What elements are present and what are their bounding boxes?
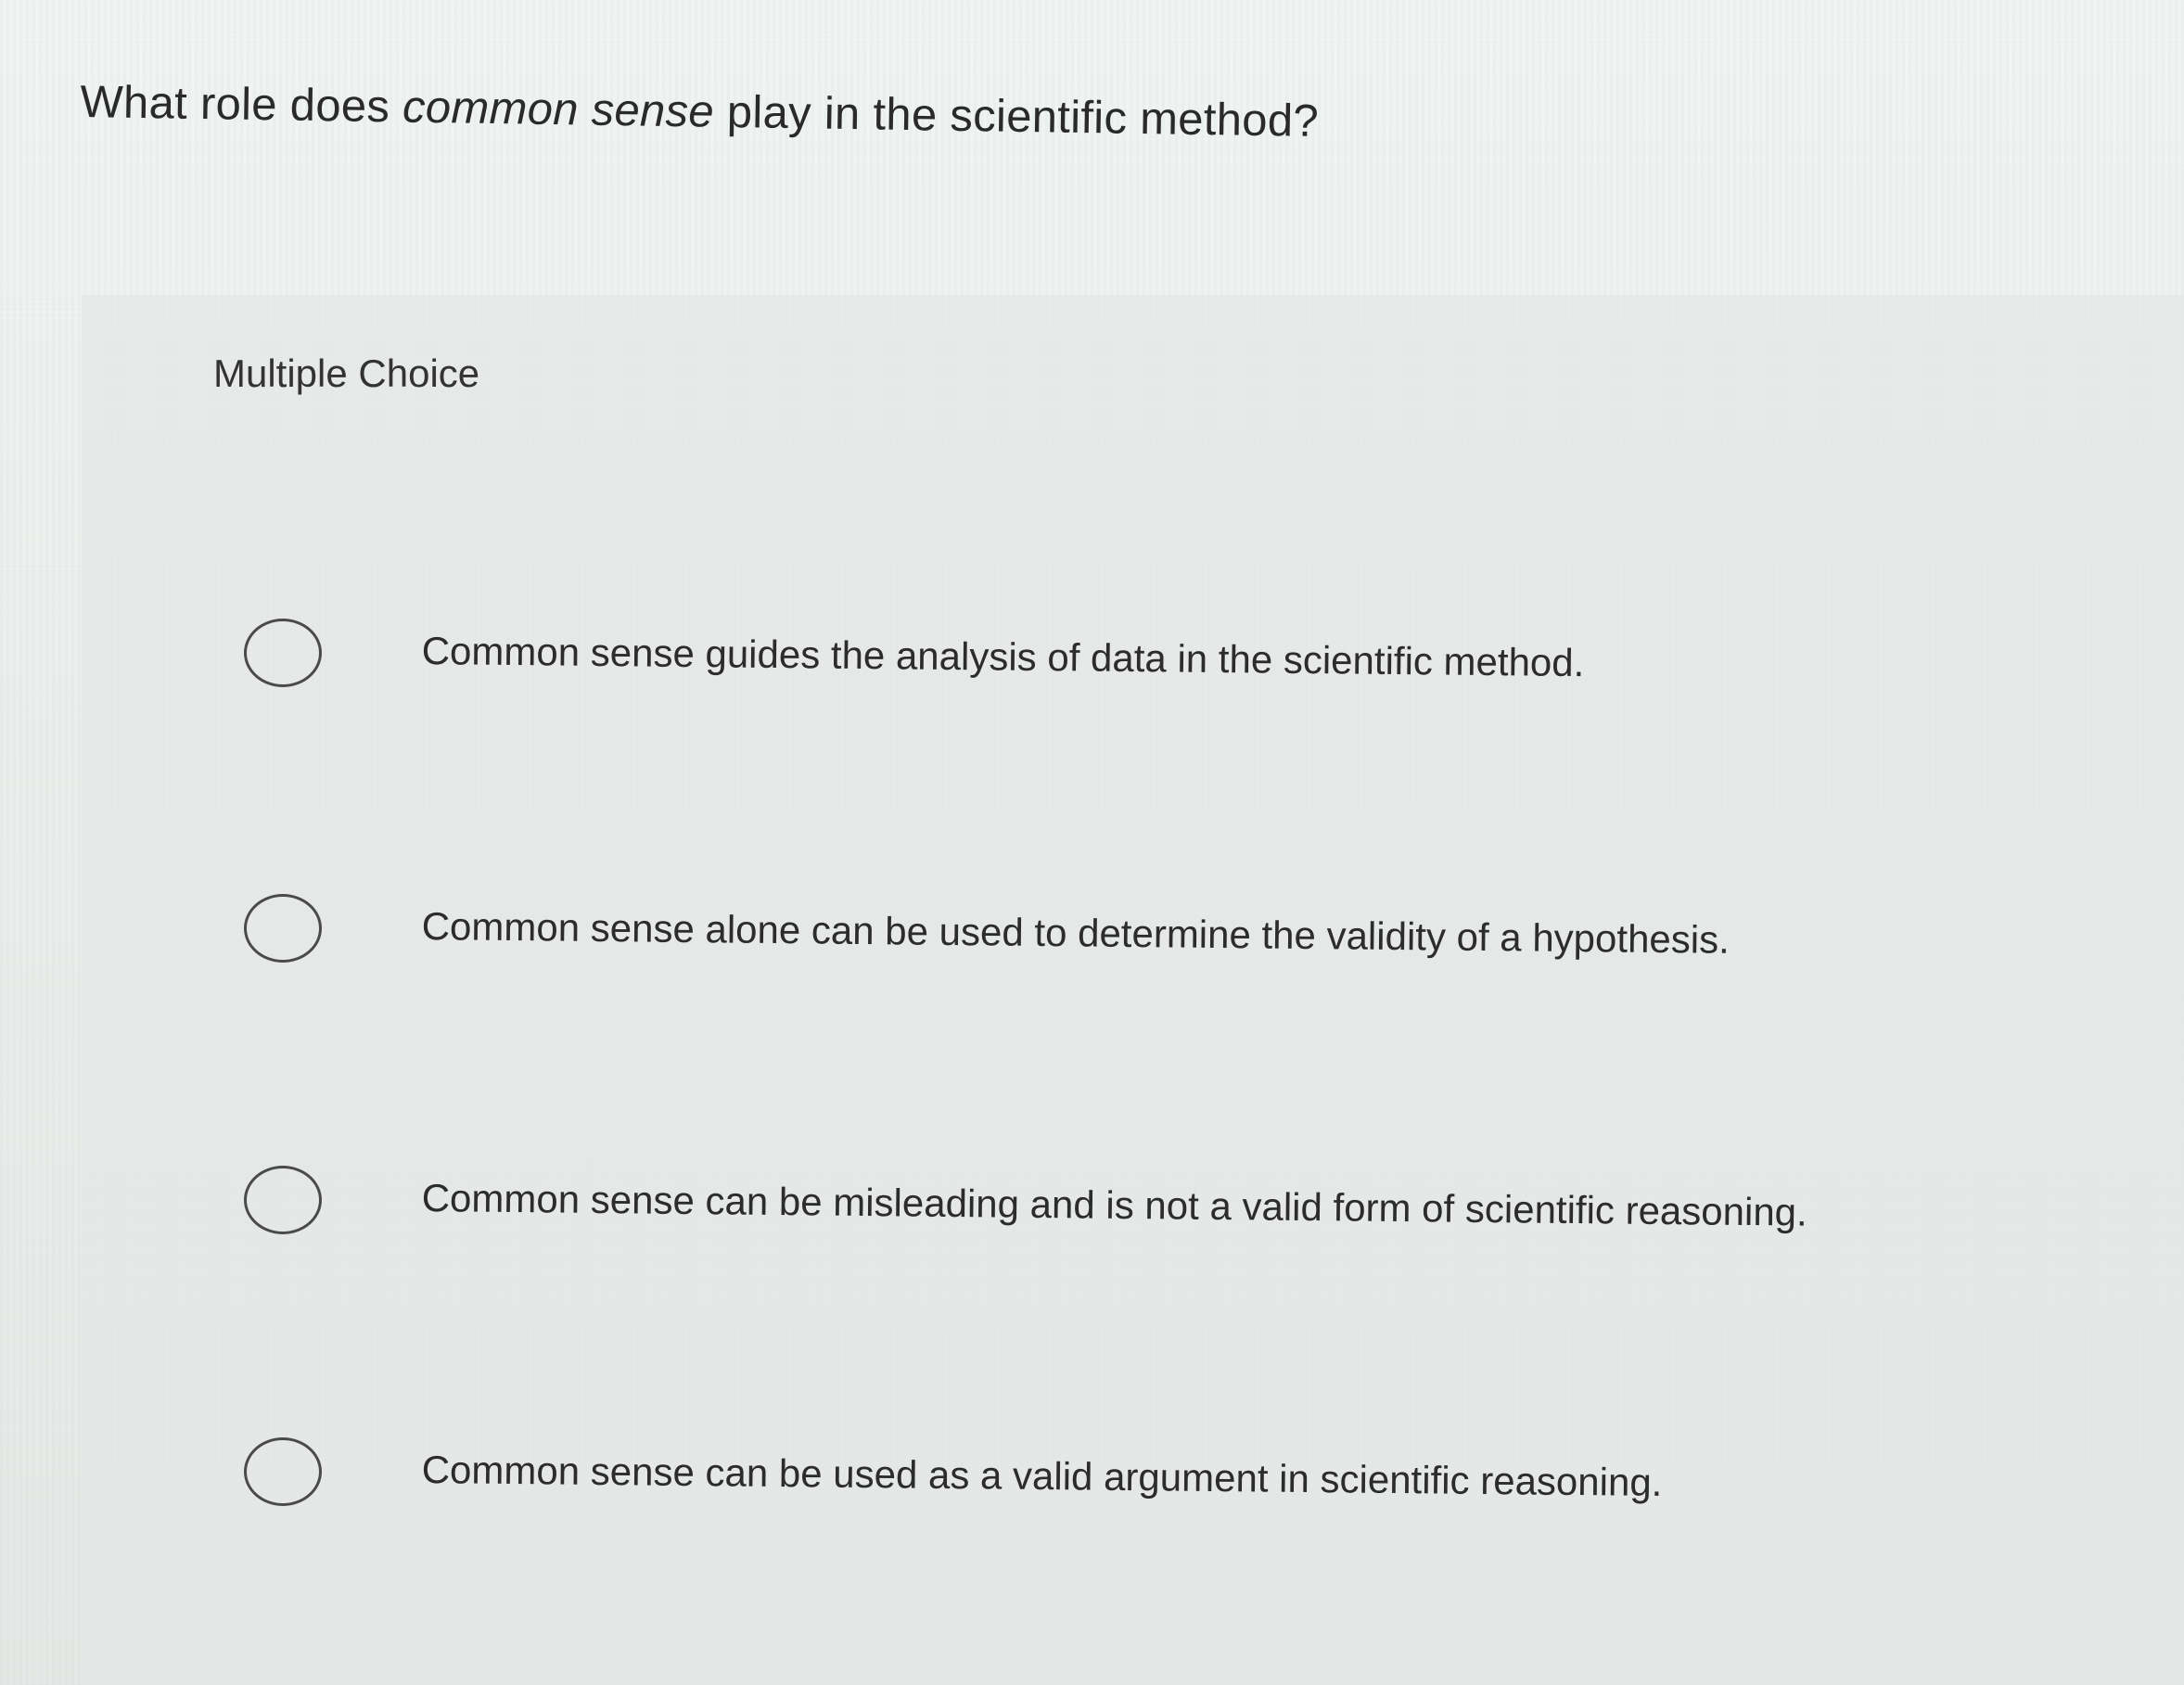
radio-button[interactable]	[244, 619, 322, 687]
answer-option-label[interactable]: Common sense guides the analysis of data…	[421, 626, 1584, 688]
answer-option-label[interactable]: Common sense alone can be used to determ…	[421, 901, 1730, 965]
radio-button[interactable]	[244, 894, 322, 963]
answer-option-3[interactable]: Common sense can be misleading and is no…	[236, 1155, 1999, 1257]
question-prompt: What role does common sense play in the …	[80, 72, 1319, 151]
answer-option-label[interactable]: Common sense can be misleading and is no…	[421, 1173, 1807, 1238]
answer-option-label[interactable]: Common sense can be used as a valid argu…	[421, 1445, 1662, 1508]
answer-option-1[interactable]: Common sense guides the analysis of data…	[236, 607, 1999, 709]
radio-button[interactable]	[244, 1437, 322, 1506]
question-suffix: play in the scientific method?	[713, 86, 1320, 147]
question-emphasis: common sense	[402, 82, 715, 137]
answer-option-4[interactable]: Common sense can be used as a valid argu…	[236, 1426, 1999, 1528]
question-prefix: What role does	[80, 76, 403, 133]
radio-button[interactable]	[244, 1166, 322, 1234]
answer-option-2[interactable]: Common sense alone can be used to determ…	[236, 883, 1999, 985]
question-type-label: Multiple Choice	[213, 351, 480, 395]
